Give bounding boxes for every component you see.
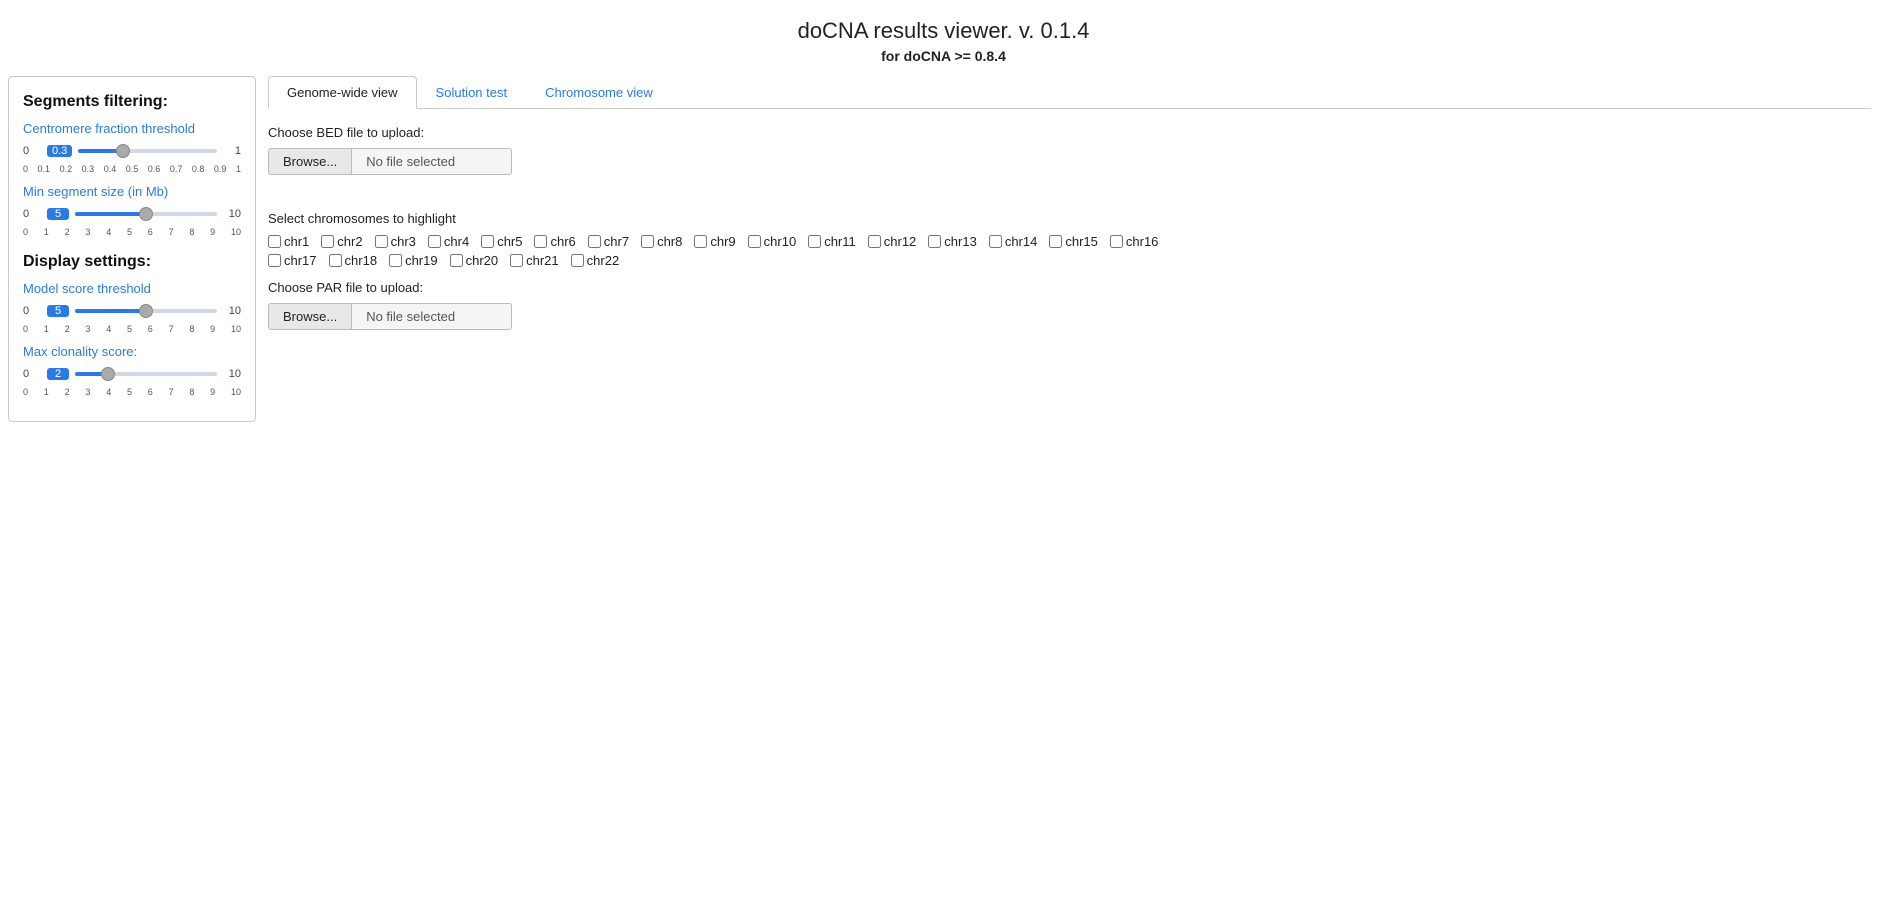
clonality-slider[interactable] bbox=[75, 372, 217, 376]
chr-item-chr13[interactable]: chr13 bbox=[928, 234, 977, 249]
model-val-badge: 5 bbox=[47, 305, 69, 317]
clonality-max: 10 bbox=[223, 368, 241, 380]
chr21-checkbox[interactable] bbox=[510, 254, 523, 267]
chr-item-chr5[interactable]: chr5 bbox=[481, 234, 522, 249]
chr-item-chr21[interactable]: chr21 bbox=[510, 253, 559, 268]
chromosomes-section: Select chromosomes to highlight chr1 chr… bbox=[268, 211, 1871, 268]
tab-genome-wide[interactable]: Genome-wide view bbox=[268, 76, 417, 109]
centromere-min: 0 bbox=[23, 145, 41, 157]
minseg-min: 0 bbox=[23, 208, 41, 220]
par-browse-button[interactable]: Browse... bbox=[268, 303, 352, 330]
centromere-label: Centromere fraction threshold bbox=[23, 121, 241, 136]
chr16-checkbox[interactable] bbox=[1110, 235, 1123, 248]
chr10-checkbox[interactable] bbox=[748, 235, 761, 248]
chr19-checkbox[interactable] bbox=[389, 254, 402, 267]
model-max: 10 bbox=[223, 305, 241, 317]
centromere-val-badge: 0.3 bbox=[47, 145, 72, 157]
chr-item-chr4[interactable]: chr4 bbox=[428, 234, 469, 249]
chr-item-chr7[interactable]: chr7 bbox=[588, 234, 629, 249]
chr4-checkbox[interactable] bbox=[428, 235, 441, 248]
chr-item-chr10[interactable]: chr10 bbox=[748, 234, 797, 249]
chr-item-chr16[interactable]: chr16 bbox=[1110, 234, 1159, 249]
par-section-label: Choose PAR file to upload: bbox=[268, 280, 1871, 295]
minseg-label: Min segment size (in Mb) bbox=[23, 184, 241, 199]
chr2-checkbox[interactable] bbox=[321, 235, 334, 248]
chr11-checkbox[interactable] bbox=[808, 235, 821, 248]
clonality-label: Max clonality score: bbox=[23, 344, 241, 359]
chr-item-chr2[interactable]: chr2 bbox=[321, 234, 362, 249]
chr-item-chr6[interactable]: chr6 bbox=[534, 234, 575, 249]
chr18-checkbox[interactable] bbox=[329, 254, 342, 267]
chr8-checkbox[interactable] bbox=[641, 235, 654, 248]
bed-browse-button[interactable]: Browse... bbox=[268, 148, 352, 175]
chr13-checkbox[interactable] bbox=[928, 235, 941, 248]
model-slider[interactable] bbox=[75, 309, 217, 313]
chr-item-chr17[interactable]: chr17 bbox=[268, 253, 317, 268]
chr-item-chr3[interactable]: chr3 bbox=[375, 234, 416, 249]
minseg-slider[interactable] bbox=[75, 212, 217, 216]
sidebar: Segments filtering: Centromere fraction … bbox=[8, 76, 256, 422]
model-label: Model score threshold bbox=[23, 281, 241, 296]
chr17-checkbox[interactable] bbox=[268, 254, 281, 267]
chr-item-chr14[interactable]: chr14 bbox=[989, 234, 1038, 249]
bed-filename: No file selected bbox=[352, 148, 512, 175]
display-settings-title: Display settings: bbox=[23, 253, 241, 271]
chromosomes-label: Select chromosomes to highlight bbox=[268, 211, 1871, 226]
tab-solution-test[interactable]: Solution test bbox=[417, 76, 527, 108]
model-min: 0 bbox=[23, 305, 41, 317]
chr7-checkbox[interactable] bbox=[588, 235, 601, 248]
chr-item-chr12[interactable]: chr12 bbox=[868, 234, 917, 249]
minseg-max: 10 bbox=[223, 208, 241, 220]
chr20-checkbox[interactable] bbox=[450, 254, 463, 267]
chr-item-chr8[interactable]: chr8 bbox=[641, 234, 682, 249]
tab-chromosome-view[interactable]: Chromosome view bbox=[526, 76, 672, 108]
chr3-checkbox[interactable] bbox=[375, 235, 388, 248]
chr-item-chr9[interactable]: chr9 bbox=[694, 234, 735, 249]
chr9-checkbox[interactable] bbox=[694, 235, 707, 248]
centromere-slider[interactable] bbox=[78, 149, 217, 153]
segments-filtering-title: Segments filtering: bbox=[23, 93, 241, 111]
chr12-checkbox[interactable] bbox=[868, 235, 881, 248]
chromosomes-grid: chr1 chr2 chr3 chr4 chr5 chr6 chr7 chr8 … bbox=[268, 234, 1871, 268]
clonality-min: 0 bbox=[23, 368, 41, 380]
chr1-checkbox[interactable] bbox=[268, 235, 281, 248]
chr14-checkbox[interactable] bbox=[989, 235, 1002, 248]
chr-item-chr15[interactable]: chr15 bbox=[1049, 234, 1098, 249]
chr-item-chr1[interactable]: chr1 bbox=[268, 234, 309, 249]
app-subtitle: for doCNA >= 0.8.4 bbox=[0, 48, 1887, 64]
chr-item-chr18[interactable]: chr18 bbox=[329, 253, 378, 268]
chr22-checkbox[interactable] bbox=[571, 254, 584, 267]
minseg-val-badge: 5 bbox=[47, 208, 69, 220]
chr-item-chr20[interactable]: chr20 bbox=[450, 253, 499, 268]
chr5-checkbox[interactable] bbox=[481, 235, 494, 248]
centromere-max: 1 bbox=[223, 145, 241, 157]
chr-item-chr22[interactable]: chr22 bbox=[571, 253, 620, 268]
chr6-checkbox[interactable] bbox=[534, 235, 547, 248]
content-area: Genome-wide view Solution test Chromosom… bbox=[256, 76, 1887, 340]
chr-item-chr19[interactable]: chr19 bbox=[389, 253, 438, 268]
app-title: doCNA results viewer. v. 0.1.4 bbox=[0, 0, 1887, 48]
par-filename: No file selected bbox=[352, 303, 512, 330]
chr-item-chr11[interactable]: chr11 bbox=[808, 234, 856, 249]
tabs-bar: Genome-wide view Solution test Chromosom… bbox=[268, 76, 1871, 109]
clonality-val-badge: 2 bbox=[47, 368, 69, 380]
par-section: Choose PAR file to upload: Browse... No … bbox=[268, 280, 1871, 330]
bed-section-label: Choose BED file to upload: bbox=[268, 125, 1871, 140]
chr15-checkbox[interactable] bbox=[1049, 235, 1062, 248]
